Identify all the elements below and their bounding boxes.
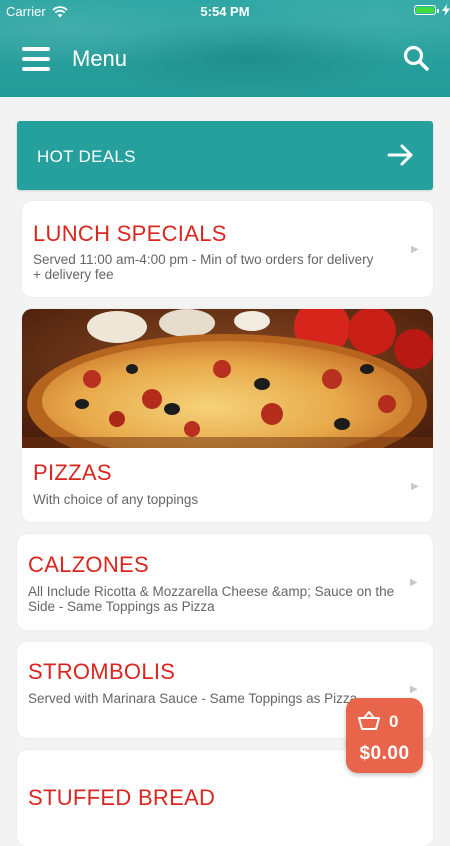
- category-card-pizzas[interactable]: PIZZAS With choice of any toppings ▶: [22, 309, 433, 522]
- hot-deals-button[interactable]: HOT DEALS: [17, 121, 433, 190]
- category-card-lunch-specials[interactable]: LUNCH SPECIALS Served 11:00 am-4:00 pm -…: [22, 201, 433, 297]
- category-title: PIZZAS: [33, 460, 112, 485]
- category-description: All Include Ricotta & Mozzarella Cheese …: [28, 584, 395, 614]
- hot-deals-label: HOT DEALS: [37, 147, 136, 166]
- category-title: CALZONES: [28, 552, 149, 577]
- status-bar: Carrier 5:54 PM: [0, 0, 450, 22]
- category-description: Served 11:00 am-4:00 pm - Min of two ord…: [33, 252, 374, 282]
- battery-cap: [437, 9, 439, 13]
- hamburger-line: [22, 67, 50, 71]
- battery-level: [416, 7, 434, 13]
- category-card-calzones[interactable]: CALZONES All Include Ricotta & Mozzarell…: [17, 534, 433, 630]
- hamburger-icon[interactable]: [22, 47, 50, 71]
- chevron-right-icon: ▶: [411, 481, 419, 492]
- app-header: Carrier 5:54 PM Menu: [0, 0, 450, 97]
- arrow-right-icon: [387, 144, 413, 166]
- cart-count: 0: [389, 712, 399, 731]
- category-title: STROMBOLIS: [28, 659, 176, 684]
- category-title: LUNCH SPECIALS: [33, 221, 227, 246]
- status-time: 5:54 PM: [200, 4, 250, 19]
- chevron-right-icon: ▶: [410, 684, 418, 695]
- cart-button[interactable]: 0 $0.00: [346, 698, 423, 773]
- page-title: Menu: [72, 46, 128, 71]
- charge-icon: [442, 4, 450, 16]
- chevron-right-icon: ▶: [410, 577, 418, 588]
- category-description: With choice of any toppings: [33, 492, 199, 507]
- chevron-right-icon: ▶: [411, 244, 419, 255]
- battery-icon: [414, 5, 439, 15]
- basket-icon: [358, 711, 380, 730]
- hamburger-line: [22, 47, 50, 51]
- hamburger-line: [22, 57, 50, 61]
- search-icon[interactable]: [402, 44, 430, 72]
- category-title: STUFFED BREAD: [28, 785, 216, 810]
- pizza-image: [22, 309, 433, 448]
- category-description: Served with Marinara Sauce - Same Toppin…: [28, 691, 358, 706]
- cart-total: $0.00: [359, 743, 410, 764]
